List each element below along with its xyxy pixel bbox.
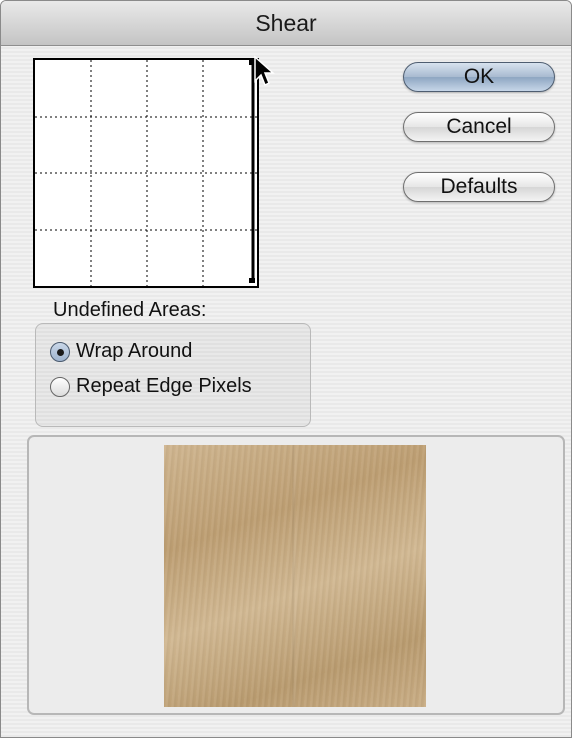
defaults-button[interactable]: Defaults xyxy=(403,172,555,202)
radio-repeat-edge-pixels-label: Repeat Edge Pixels xyxy=(76,375,252,397)
dialog-bottom-edge xyxy=(1,717,571,737)
ok-button[interactable]: OK xyxy=(403,62,555,92)
shear-handle-bottom[interactable] xyxy=(249,278,255,283)
arrow-cursor-icon xyxy=(254,55,275,87)
radio-repeat-edge-pixels[interactable]: Repeat Edge Pixels xyxy=(50,375,252,398)
shear-curve-editor[interactable] xyxy=(33,58,259,288)
shear-dialog: Shear OK Cancel Defaults Undefined Areas… xyxy=(0,0,572,738)
undefined-areas-group: Wrap Around Repeat Edge Pixels xyxy=(35,323,311,427)
undefined-areas-label: Undefined Areas: xyxy=(53,299,207,321)
preview-image xyxy=(164,445,426,707)
radio-wrap-around[interactable]: Wrap Around xyxy=(50,340,192,363)
radio-button-selected[interactable] xyxy=(50,341,70,362)
radio-wrap-around-label: Wrap Around xyxy=(76,340,193,362)
cancel-button[interactable]: Cancel xyxy=(403,112,555,142)
shear-grid xyxy=(35,60,257,286)
dialog-title: Shear xyxy=(1,1,571,46)
radio-button-unselected[interactable] xyxy=(50,376,70,397)
